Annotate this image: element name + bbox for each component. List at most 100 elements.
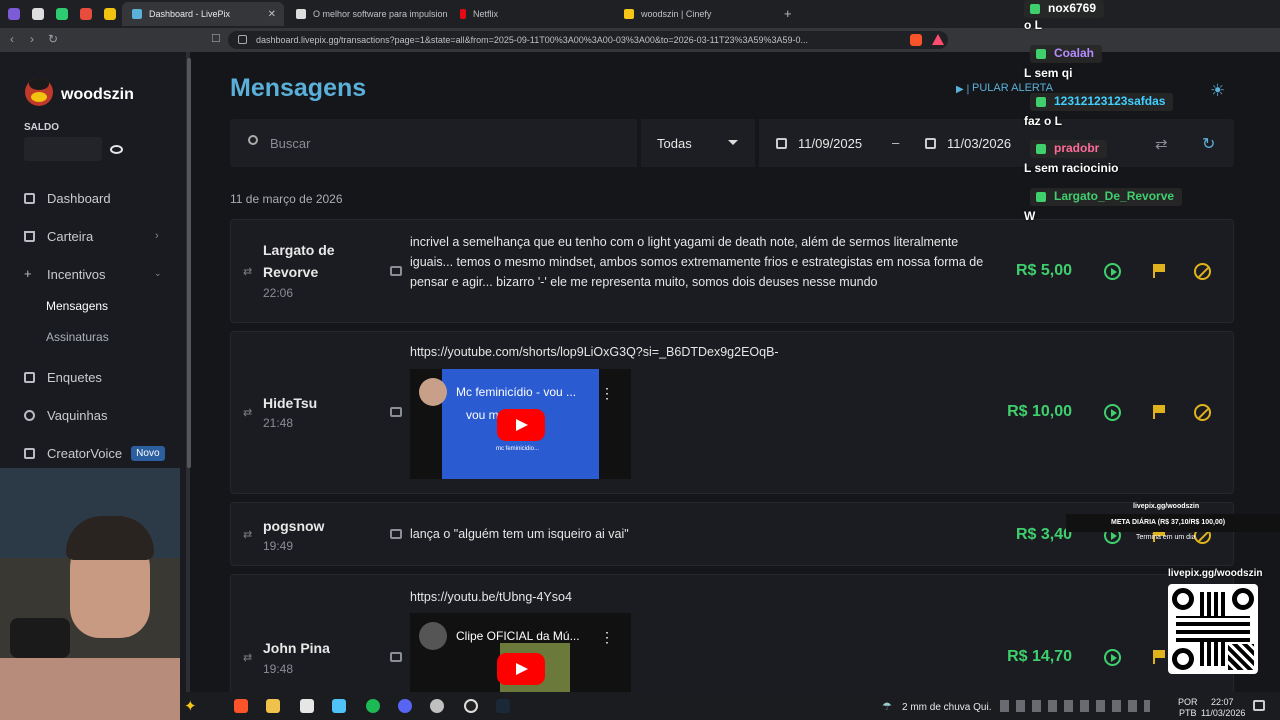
sidebar-item-dashboard[interactable]: Dashboard: [24, 191, 111, 206]
flag-icon[interactable]: [1153, 650, 1165, 664]
dashboard-icon: [24, 193, 35, 204]
video-thumbnail[interactable]: Clipe OFICIAL da Mú... ⋮: [410, 613, 631, 692]
chevron-down-icon: ⌄: [154, 268, 162, 278]
brave-icon[interactable]: [234, 699, 248, 713]
app-icon[interactable]: [8, 8, 20, 20]
calendar-icon: [925, 138, 936, 149]
spotify-icon[interactable]: [366, 699, 380, 713]
chat-message: W: [1024, 209, 1036, 223]
chat-username: 12312123123safdas: [1030, 93, 1174, 111]
replay-icon[interactable]: [1104, 263, 1121, 280]
transfer-icon: ⇄: [243, 652, 253, 664]
video-thumbnail[interactable]: Mc feminicídio - vou ... vou m uinha ⋮ m…: [410, 369, 631, 479]
sidebar-item-enquetes[interactable]: Enquetes: [24, 370, 102, 385]
site-info-icon[interactable]: [238, 35, 247, 44]
balance-hidden: [24, 137, 102, 161]
steam-icon[interactable]: [496, 699, 510, 713]
new-tab-icon[interactable]: +: [784, 6, 792, 21]
divider: [755, 119, 759, 167]
folder-icon[interactable]: [266, 699, 280, 713]
url-field[interactable]: dashboard.livepix.gg/transactions?page=1…: [228, 31, 948, 49]
eye-icon[interactable]: [110, 145, 123, 154]
video-icon: [390, 652, 402, 662]
sidebar-item-vaquinhas[interactable]: Vaquinhas: [24, 408, 107, 423]
tab-dashboard[interactable]: Dashboard - LivePix ✕: [122, 2, 284, 26]
app-icon[interactable]: [332, 699, 346, 713]
avatar[interactable]: [25, 78, 53, 106]
obs-icon[interactable]: [464, 699, 478, 713]
youtube-play-icon[interactable]: [497, 409, 545, 441]
donor-name: pogsnow: [263, 518, 325, 534]
tray-icons[interactable]: [1000, 700, 1150, 712]
flag-icon[interactable]: [1153, 405, 1165, 419]
discord-icon[interactable]: [398, 699, 412, 713]
app-icon[interactable]: [104, 8, 116, 20]
sidebar-subitem-assinaturas[interactable]: Assinaturas: [46, 330, 109, 344]
voice-icon: [24, 448, 35, 459]
bookmark-icon[interactable]: ☐: [211, 32, 221, 45]
sidebar-subitem-mensagens[interactable]: Mensagens: [46, 299, 108, 313]
back-icon[interactable]: ‹: [10, 32, 14, 46]
replay-icon[interactable]: [1104, 404, 1121, 421]
more-icon[interactable]: ⋮: [600, 385, 614, 402]
weather-icon: ☂: [882, 701, 892, 713]
rewards-icon[interactable]: [932, 34, 944, 45]
webcam-feed: [0, 468, 180, 720]
dropdown-caret-icon[interactable]: [728, 140, 738, 145]
amount: R$ 3,40: [1015, 526, 1072, 543]
username: woodszin: [61, 86, 134, 103]
youtube-play-icon[interactable]: [497, 653, 545, 685]
close-tab-icon[interactable]: ✕: [268, 9, 276, 20]
sidebar-item-creatorvoice[interactable]: CreatorVoice Novo: [24, 446, 165, 461]
app-icon[interactable]: [32, 8, 44, 20]
theme-sun-icon[interactable]: ☀: [1210, 81, 1225, 101]
copilot-icon[interactable]: ✦: [184, 697, 197, 715]
message-text: incrivel a semelhança que eu tenho com o…: [410, 235, 984, 289]
forward-icon[interactable]: ›: [30, 32, 34, 46]
app-icon[interactable]: [56, 8, 68, 20]
clock-time[interactable]: 22:07: [1211, 697, 1234, 707]
more-icon[interactable]: ⋮: [600, 629, 614, 646]
chat-message: o L: [1024, 18, 1042, 32]
chat-username: Coalah: [1030, 45, 1103, 63]
block-icon[interactable]: [1194, 263, 1211, 280]
site-icon: [296, 9, 306, 19]
app-icon[interactable]: [80, 8, 92, 20]
sidebar-item-carteira[interactable]: Carteira: [24, 229, 93, 244]
app-icon[interactable]: [430, 699, 444, 713]
sidebar-scrollbar[interactable]: [187, 58, 191, 468]
clock-date[interactable]: 11/03/2026: [1201, 708, 1245, 718]
ime-layout[interactable]: PTB: [1179, 708, 1197, 718]
brave-shield-icon[interactable]: [910, 34, 922, 46]
sidebar-item-incentivos[interactable]: + Incentivos: [24, 267, 106, 282]
amount: R$ 5,00: [1015, 262, 1072, 279]
message-link[interactable]: https://youtu.be/tUbng-4Yso4: [410, 587, 572, 607]
ime-lang[interactable]: POR: [1178, 697, 1198, 707]
chat-message: L sem raciocinio: [1024, 161, 1119, 175]
chat-username: Largato_De_Revorve: [1030, 188, 1183, 206]
block-icon[interactable]: [1194, 404, 1211, 421]
sync-icon[interactable]: ⇄: [1155, 135, 1168, 153]
donor-name: John Pina: [263, 640, 330, 656]
video-icon: [390, 407, 402, 417]
chat-username: pradobr: [1030, 140, 1108, 158]
skip-icon: ▶❘: [956, 84, 973, 95]
transfer-icon: ⇄: [243, 529, 253, 541]
replay-icon[interactable]: [1104, 649, 1121, 666]
calendar-icon: [776, 138, 787, 149]
date-to-field[interactable]: 11/03/2026: [947, 136, 1011, 151]
divider: [637, 119, 641, 167]
tab-cinefy[interactable]: woodszin | Cinefy: [614, 2, 776, 26]
notifications-icon[interactable]: [1253, 700, 1265, 711]
search-input[interactable]: Buscar: [270, 136, 310, 151]
transfer-icon: ⇄: [243, 266, 253, 278]
tab-software[interactable]: O melhor software para impulsionar: [286, 2, 448, 26]
refresh-icon[interactable]: ↻: [1202, 134, 1215, 154]
message-link[interactable]: https://youtube.com/shorts/lop9LiOxG3Q?s…: [410, 342, 779, 362]
reload-icon[interactable]: ↻: [48, 32, 58, 46]
date-from-field[interactable]: 11/09/2025: [798, 136, 862, 151]
state-select[interactable]: Todas: [657, 136, 692, 151]
tab-netflix[interactable]: Netflix: [450, 2, 612, 26]
app-icon[interactable]: [300, 699, 314, 713]
flag-icon[interactable]: [1153, 264, 1165, 278]
